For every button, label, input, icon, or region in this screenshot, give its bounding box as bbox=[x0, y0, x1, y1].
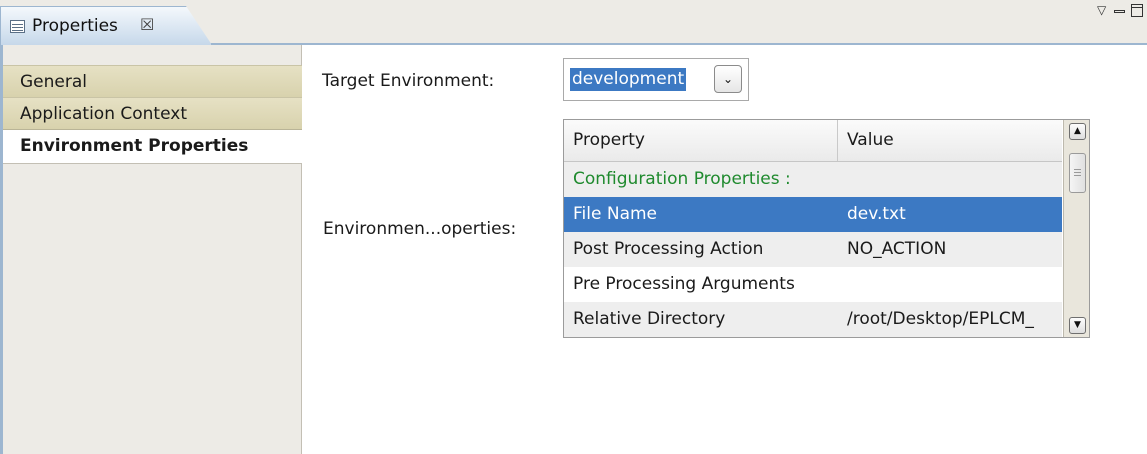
sidebar-item-application-context[interactable]: Application Context bbox=[3, 97, 302, 130]
table-row[interactable]: Relative Directory /root/Desktop/EPLCM_ bbox=[564, 302, 1062, 337]
value-cell: NO_ACTION bbox=[847, 239, 947, 259]
table-row[interactable]: Configuration Properties : bbox=[564, 162, 1062, 197]
target-environment-label: Target Environment: bbox=[322, 71, 495, 91]
minimize-icon[interactable] bbox=[1114, 10, 1125, 13]
table-row[interactable]: File Name dev.txt bbox=[564, 197, 1062, 232]
table-row[interactable]: Pre Processing Arguments bbox=[564, 267, 1062, 302]
view-menu-icon[interactable]: ▽ bbox=[1097, 3, 1106, 17]
properties-view-icon bbox=[10, 20, 25, 33]
vertical-scrollbar[interactable]: ▲ ▼ bbox=[1063, 120, 1089, 337]
property-cell: Configuration Properties : bbox=[573, 169, 791, 189]
sidebar-item-general[interactable]: General bbox=[3, 65, 302, 98]
scroll-thumb[interactable] bbox=[1069, 153, 1086, 193]
property-cell: Post Processing Action bbox=[573, 239, 764, 259]
value-cell: dev.txt bbox=[847, 204, 906, 224]
table-header: Property Value bbox=[564, 120, 1062, 162]
scroll-up-icon[interactable]: ▲ bbox=[1069, 123, 1086, 140]
property-tabs-sidebar: General Application Context Environment … bbox=[0, 45, 302, 454]
environment-properties-table[interactable]: Property Value Configuration Properties … bbox=[563, 119, 1090, 338]
sidebar-item-label: General bbox=[20, 72, 87, 92]
properties-view-tab[interactable]: Properties ☒ bbox=[0, 6, 212, 45]
column-header-value[interactable]: Value bbox=[838, 120, 894, 161]
maximize-icon[interactable] bbox=[1131, 4, 1143, 17]
sidebar-item-label: Application Context bbox=[20, 104, 187, 124]
table-row[interactable]: Post Processing Action NO_ACTION bbox=[564, 232, 1062, 267]
chevron-down-icon[interactable]: ⌄ bbox=[714, 65, 742, 93]
view-tab-strip: Properties ☒ ▽ bbox=[0, 0, 1147, 45]
sidebar-item-environment-properties[interactable]: Environment Properties bbox=[3, 130, 302, 164]
target-environment-combo[interactable]: development ⌄ bbox=[563, 58, 749, 101]
close-icon[interactable]: ☒ bbox=[140, 15, 154, 34]
scroll-down-icon[interactable]: ▼ bbox=[1069, 317, 1086, 334]
properties-tab-title: Properties bbox=[32, 16, 118, 36]
property-cell: Relative Directory bbox=[573, 309, 726, 329]
value-cell: /root/Desktop/EPLCM_ bbox=[847, 309, 1034, 329]
sidebar-item-label: Environment Properties bbox=[20, 136, 249, 156]
target-environment-value[interactable]: development bbox=[570, 68, 687, 91]
environment-properties-label: Environmen...operties: bbox=[323, 219, 517, 239]
column-header-property[interactable]: Property bbox=[564, 120, 838, 161]
property-cell: Pre Processing Arguments bbox=[573, 274, 795, 294]
property-cell: File Name bbox=[573, 204, 658, 224]
